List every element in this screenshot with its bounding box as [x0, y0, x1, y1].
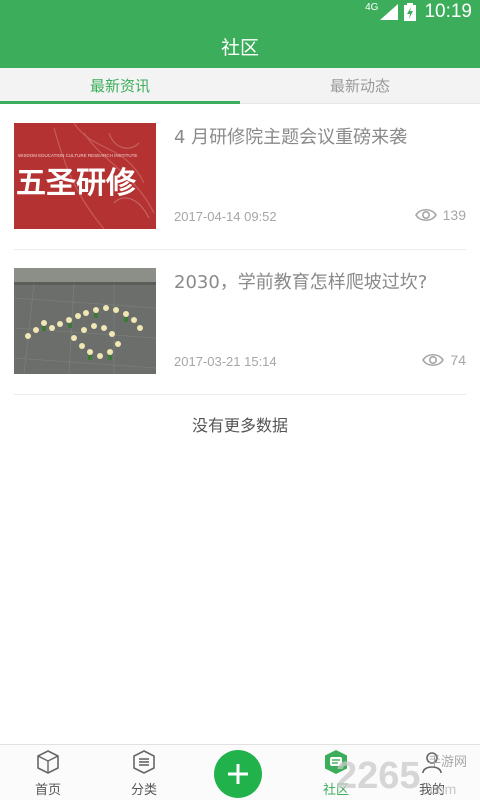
view-count-value: 74 [450, 352, 466, 368]
home-cube-icon [37, 750, 59, 774]
article-list: WISDOM EDUCATION CULTURE RESEARCH INSTIT… [0, 105, 480, 395]
nav-home[interactable]: 首页 [0, 745, 96, 800]
eye-icon [422, 353, 445, 367]
no-more-data-message: 没有更多数据 [191, 416, 288, 435]
plus-icon [228, 764, 248, 784]
eye-icon [414, 208, 437, 222]
signal-icon [380, 4, 399, 20]
status-bar: 4G 10:19 [0, 0, 480, 24]
view-count-value: 139 [442, 207, 466, 223]
article-date: 2017-03-21 15:14 [174, 354, 277, 369]
watermark-suffix: 手游网 [428, 755, 467, 770]
view-count: 74 [422, 352, 466, 368]
add-post-button[interactable] [214, 750, 262, 798]
tab-latest-activity[interactable]: 最新动态 [240, 68, 480, 103]
list-item[interactable]: 2030，学前教育怎样爬坡过坎? 2017-03-21 15:14 74 [14, 250, 466, 395]
watermark-brand: 2265 [336, 755, 421, 797]
article-thumbnail: WISDOM EDUCATION CULTURE RESEARCH INSTIT… [14, 123, 156, 229]
article-title: 4 月研修院主题会议重磅来袭 [174, 127, 408, 148]
watermark-domain: .com [426, 781, 456, 797]
nav-label: 分类 [130, 783, 157, 798]
thumbnail-brand-text: 五圣研修 [16, 166, 137, 201]
category-hexagon-icon [133, 750, 155, 774]
tab-label: 最新资讯 [89, 77, 150, 95]
network-type: 4G [365, 1, 379, 13]
thumbnail-caption: WISDOM EDUCATION CULTURE RESEARCH INSTIT… [18, 153, 137, 158]
list-item[interactable]: WISDOM EDUCATION CULTURE RESEARCH INSTIT… [14, 105, 466, 250]
nav-category[interactable]: 分类 [96, 745, 192, 800]
tab-latest-news[interactable]: 最新资讯 [0, 68, 240, 104]
status-time: 10:19 [424, 1, 472, 22]
article-thumbnail [14, 268, 156, 374]
view-count: 139 [414, 207, 466, 223]
app-header: 社区 [0, 24, 480, 68]
page-title: 社区 [220, 36, 259, 59]
tab-label: 最新动态 [329, 77, 390, 95]
article-title: 2030，学前教育怎样爬坡过坎? [174, 272, 428, 293]
watermark-logo: 2265 手游网 .com [336, 755, 467, 797]
battery-charging-icon [404, 3, 417, 21]
nav-label: 首页 [34, 783, 61, 798]
tab-bar: 最新资讯 最新动态 [0, 68, 480, 104]
article-date: 2017-04-14 09:52 [174, 209, 277, 224]
